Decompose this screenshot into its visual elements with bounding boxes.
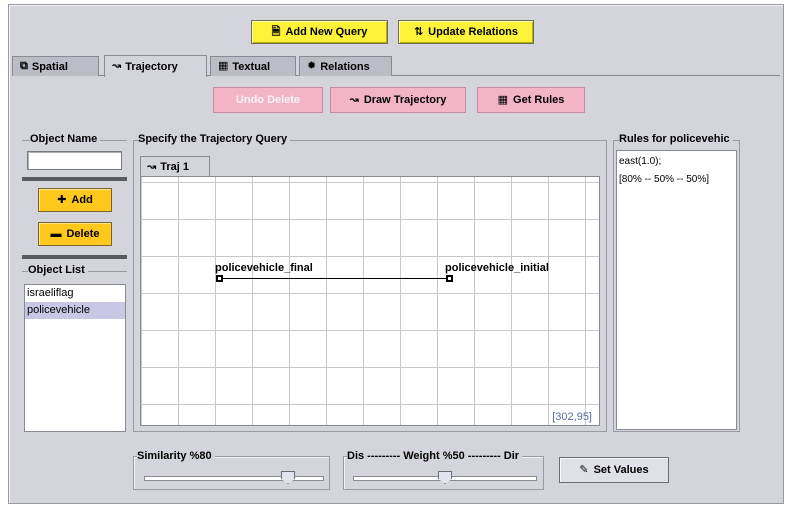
draw-trajectory-label: Draw Trajectory <box>363 94 447 106</box>
object-name-input[interactable] <box>27 151 122 170</box>
set-values-button[interactable]: ✎ Set Values <box>559 457 669 483</box>
add-object-label: Add <box>71 194 93 206</box>
delete-object-button[interactable]: ▬ Delete <box>38 222 112 246</box>
list-item[interactable]: policevehicle <box>25 302 125 319</box>
textual-icon: ▦ <box>218 60 229 72</box>
panel-separator <box>22 177 127 181</box>
similarity-track[interactable] <box>144 476 324 481</box>
tab-trajectory[interactable]: ↝ Trajectory <box>104 55 207 77</box>
tab-textual[interactable]: ▦ Textual <box>210 56 296 76</box>
undo-delete-button[interactable]: Undo Delete <box>213 87 323 113</box>
coordinate-readout: [302,95] <box>552 411 592 423</box>
rules-title: Rules for policevehic <box>619 133 733 145</box>
minus-icon: ▬ <box>50 227 62 240</box>
relations-icon: ✹ <box>307 60 317 72</box>
get-rules-button[interactable]: ▦ Get Rules <box>477 87 585 113</box>
trajectory-canvas[interactable]: policevehicle_final policevehicle_initia… <box>140 176 600 426</box>
object-list-title: Object List <box>28 264 88 276</box>
tab-spatial-label: Spatial <box>31 60 68 73</box>
traj-tab-label: Traj 1 <box>160 161 189 173</box>
trajectory-icon: ↝ <box>112 60 122 72</box>
spatial-icon: ⧉ <box>20 60 28 72</box>
add-object-button[interactable]: ✚ Add <box>38 188 112 212</box>
tab-textual-label: Textual <box>232 60 271 73</box>
update-relations-button[interactable]: ⇅ Update Relations <box>398 20 534 44</box>
weight-label: Dis --------- Weight %50 --------- Dir <box>347 450 523 462</box>
object-name-title: Object Name <box>30 133 101 145</box>
tab-trajectory-label: Trajectory <box>125 60 178 73</box>
start-node[interactable] <box>216 275 223 282</box>
tab-relations[interactable]: ✹ Relations <box>299 56 392 76</box>
update-list-icon: ⇅ <box>413 25 424 38</box>
add-new-query-label: Add New Query <box>285 26 368 38</box>
delete-object-label: Delete <box>66 228 100 240</box>
tab-spatial[interactable]: ⧉ Spatial <box>12 56 99 76</box>
plus-icon: ✚ <box>57 193 67 206</box>
set-values-icon: ✎ <box>579 463 589 476</box>
end-node[interactable] <box>446 275 453 282</box>
start-node-label: policevehicle_final <box>215 262 313 274</box>
trajectory-icon: ↝ <box>147 160 157 173</box>
update-relations-label: Update Relations <box>428 26 519 38</box>
traj-tab[interactable]: ↝ Traj 1 <box>140 156 210 177</box>
undo-delete-label: Undo Delete <box>235 94 301 106</box>
document-icon: 🗎 <box>271 25 281 38</box>
get-rules-label: Get Rules <box>513 94 565 106</box>
tab-bar: ⧉ Spatial ↝ Trajectory ▦ Textual ✹ Relat… <box>12 55 780 77</box>
end-node-label: policevehicle_initial <box>445 262 549 274</box>
rules-icon: ▦ <box>497 93 509 106</box>
rule-line: east(1.0); <box>619 156 662 167</box>
rule-line: [80% -- 50% -- 50%] <box>619 174 710 185</box>
object-list: israeliflag policevehicle <box>24 284 126 432</box>
draw-trajectory-button[interactable]: ↝ Draw Trajectory <box>330 87 466 113</box>
set-values-label: Set Values <box>593 464 649 476</box>
trajectory-icon: ↝ <box>349 93 359 106</box>
tab-relations-label: Relations <box>320 60 370 73</box>
similarity-label: Similarity %80 <box>137 450 215 462</box>
trajectory-group-title: Specify the Trajectory Query <box>138 133 291 145</box>
rules-textarea[interactable]: east(1.0); [80% -- 50% -- 50%] <box>616 150 737 430</box>
panel-separator <box>22 255 127 259</box>
trajectory-segment <box>223 278 447 279</box>
add-new-query-button[interactable]: 🗎 Add New Query <box>251 20 388 44</box>
list-item[interactable]: israeliflag <box>25 285 125 302</box>
